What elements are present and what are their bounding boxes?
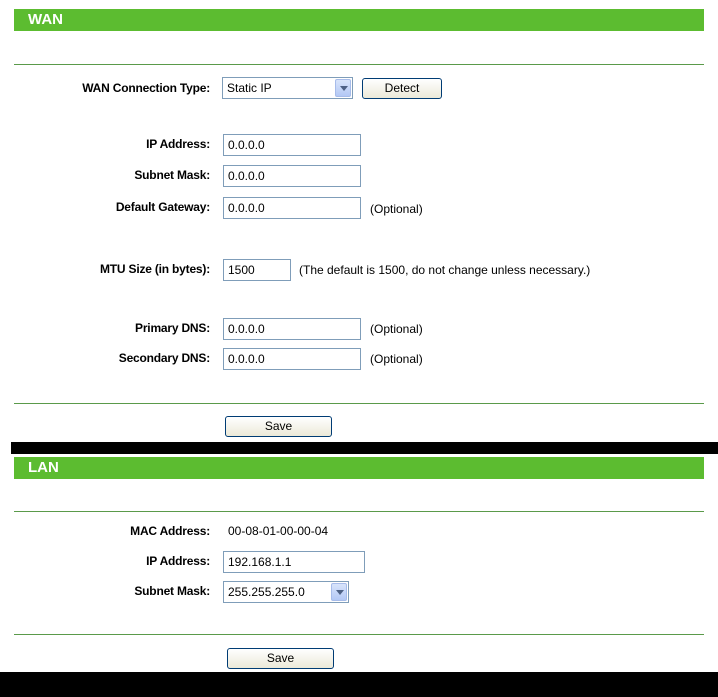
wan-primary-dns-label: Primary DNS: <box>135 321 210 335</box>
wan-divider-top <box>14 64 704 65</box>
lan-save-button[interactable]: Save <box>227 648 334 669</box>
lan-ip-input[interactable]: 192.168.1.1 <box>223 551 365 573</box>
wan-divider-bottom <box>14 403 704 404</box>
lan-subnet-mask-select[interactable]: 255.255.255.0 <box>223 581 349 603</box>
chevron-down-icon[interactable] <box>331 583 347 601</box>
lan-header: LAN <box>14 457 704 479</box>
wan-connection-type-select[interactable]: Static IP <box>222 77 353 99</box>
lan-divider-bottom <box>14 634 704 635</box>
wan-panel: WAN WAN Connection Type: Static IP Detec… <box>0 0 718 442</box>
wan-mtu-input[interactable]: 1500 <box>223 259 291 281</box>
wan-secondary-dns-label: Secondary DNS: <box>118 351 210 365</box>
wan-header: WAN <box>14 9 704 31</box>
lan-mac-value: 00-08-01-00-00-04 <box>228 524 329 538</box>
lan-title: LAN <box>28 459 59 476</box>
lan-subnet-mask-label: Subnet Mask: <box>134 584 210 598</box>
wan-primary-dns-optional-note: (Optional) <box>370 322 423 336</box>
lan-divider-top <box>14 511 704 512</box>
wan-subnet-mask-label: Subnet Mask: <box>134 168 210 182</box>
wan-primary-dns-input[interactable]: 0.0.0.0 <box>223 318 361 340</box>
wan-subnet-mask-input[interactable]: 0.0.0.0 <box>223 165 361 187</box>
wan-ip-label: IP Address: <box>146 137 210 151</box>
wan-gateway-optional-note: (Optional) <box>370 202 423 216</box>
wan-secondary-dns-optional-note: (Optional) <box>370 352 423 366</box>
panel-gap-left <box>0 442 11 454</box>
detect-button[interactable]: Detect <box>362 78 442 99</box>
lan-panel: LAN MAC Address: 00-08-01-00-00-04 IP Ad… <box>0 454 718 672</box>
wan-ip-input[interactable]: 0.0.0.0 <box>223 134 361 156</box>
chevron-down-icon[interactable] <box>335 79 351 97</box>
wan-gateway-label: Default Gateway: <box>115 200 210 214</box>
lan-ip-label: IP Address: <box>146 554 210 568</box>
wan-secondary-dns-input[interactable]: 0.0.0.0 <box>223 348 361 370</box>
wan-connection-type-label: WAN Connection Type: <box>82 81 210 95</box>
wan-connection-type-value: Static IP <box>227 81 272 95</box>
lan-mac-label: MAC Address: <box>130 524 210 538</box>
wan-gateway-input[interactable]: 0.0.0.0 <box>223 197 361 219</box>
wan-mtu-note: (The default is 1500, do not change unle… <box>299 263 591 277</box>
lan-subnet-mask-value: 255.255.255.0 <box>228 585 305 599</box>
panel-gap <box>0 442 718 454</box>
wan-mtu-label: MTU Size (in bytes): <box>99 262 210 276</box>
wan-save-button[interactable]: Save <box>225 416 332 437</box>
wan-title: WAN <box>28 11 63 28</box>
